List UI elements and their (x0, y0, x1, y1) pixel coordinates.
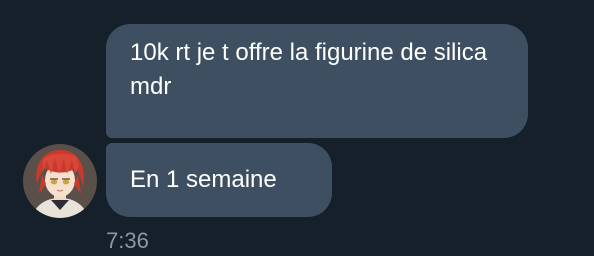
avatar[interactable] (23, 144, 97, 218)
message-bubble[interactable]: 10k rt je t offre la figurine de silica … (106, 24, 528, 138)
message-text: En 1 semaine (130, 166, 277, 193)
dm-conversation: 10k rt je t offre la figurine de silica … (0, 0, 594, 256)
message-timestamp: 7:36 (106, 228, 149, 253)
message-text: 10k rt je t offre la figurine de silica … (130, 39, 494, 100)
message-bubble[interactable]: En 1 semaine (106, 143, 332, 217)
anime-character-avatar-icon (23, 144, 97, 218)
